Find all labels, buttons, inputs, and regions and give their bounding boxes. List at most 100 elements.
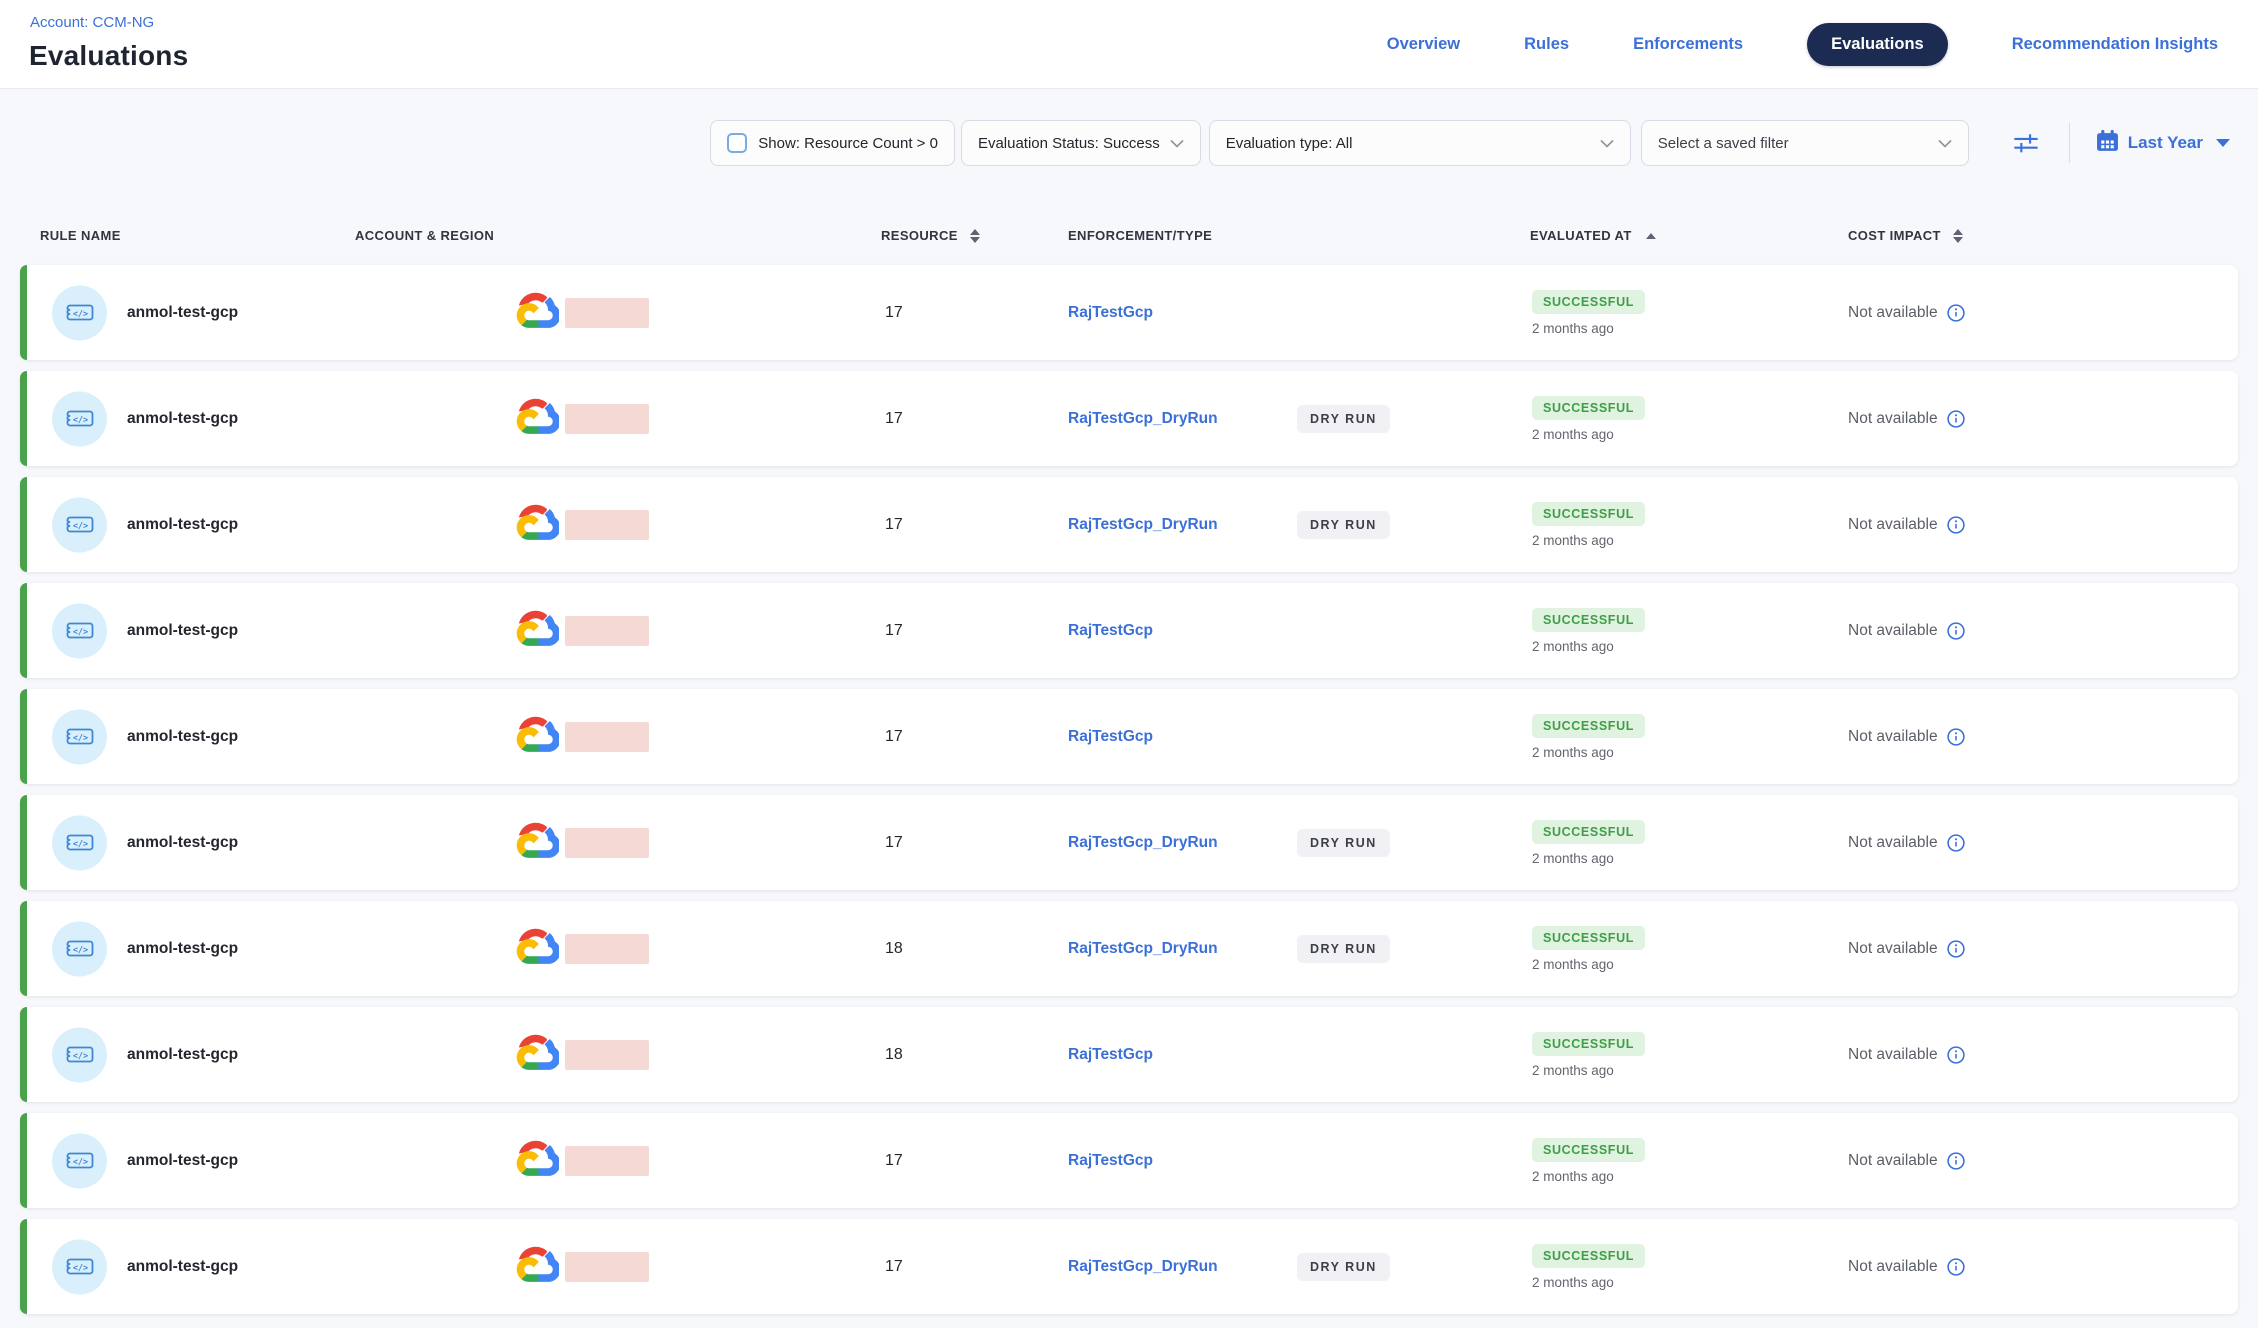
tab-overview[interactable]: Overview (1387, 35, 1460, 54)
top-bar: Account: CCM-NG Evaluations Overview Rul… (0, 0, 2258, 89)
enforcement-link[interactable]: RajTestGcp_DryRun (1068, 1258, 1218, 1276)
info-circle-icon[interactable] (1947, 834, 1965, 852)
rule-name: anmol-test-gcp (127, 410, 238, 428)
resource-count: 17 (885, 834, 903, 852)
resource-count-filter[interactable]: Show: Resource Count > 0 (710, 120, 955, 166)
enforcement-link[interactable]: RajTestGcp (1068, 1152, 1153, 1170)
cost-impact-cell: Not available (1848, 834, 1965, 852)
chevron-down-icon (1938, 135, 1952, 152)
evaluation-row[interactable]: </> anmol-test-gcp 18 RajTestGcp DRY RUN… (20, 1007, 2238, 1102)
info-circle-icon[interactable] (1947, 622, 1965, 640)
enforcement-link[interactable]: RajTestGcp (1068, 304, 1153, 322)
account-breadcrumb[interactable]: Account: CCM-NG (30, 14, 154, 31)
status-badge: SUCCESSFUL (1532, 1032, 1645, 1056)
evaluated-at-cell: SUCCESSFUL 2 months ago (1532, 396, 1645, 442)
enforcement-link[interactable]: RajTestGcp_DryRun (1068, 940, 1218, 958)
rule-name: anmol-test-gcp (127, 516, 238, 534)
svg-text:</>: </> (72, 945, 87, 955)
cost-impact-cell: Not available (1848, 304, 1965, 322)
info-circle-icon[interactable] (1947, 1258, 1965, 1276)
row-status-accent (20, 901, 27, 996)
gcp-cloud-icon (515, 1140, 559, 1181)
info-circle-icon[interactable] (1947, 516, 1965, 534)
account-name-redacted (565, 298, 649, 328)
cost-impact-cell: Not available (1848, 1258, 1965, 1276)
evaluation-row[interactable]: </> anmol-test-gcp 17 RajTestGcp_DryRun … (20, 795, 2238, 890)
rule-code-icon: </> (52, 921, 107, 976)
calendar-icon (2096, 130, 2119, 157)
tab-rules[interactable]: Rules (1524, 35, 1569, 54)
status-badge: SUCCESSFUL (1532, 1138, 1645, 1162)
saved-filter-select[interactable]: Select a saved filter (1641, 120, 1969, 166)
enforcement-link[interactable]: RajTestGcp (1068, 728, 1153, 746)
status-badge: SUCCESSFUL (1532, 396, 1645, 420)
evaluation-row[interactable]: </> anmol-test-gcp 17 RajTestGcp DRY RUN… (20, 265, 2238, 360)
info-circle-icon[interactable] (1947, 304, 1965, 322)
evaluated-time: 2 months ago (1532, 1063, 1645, 1078)
rule-code-icon: </> (52, 391, 107, 446)
evaluation-status-value: Evaluation Status: Success (978, 135, 1160, 152)
evaluation-rows: </> anmol-test-gcp 17 RajTestGcp DRY RUN… (20, 265, 2238, 1325)
col-evaluated-at-sort[interactable]: EVALUATED AT (1530, 228, 1656, 243)
tab-enforcements[interactable]: Enforcements (1633, 35, 1743, 54)
row-status-accent (20, 1007, 27, 1102)
info-circle-icon[interactable] (1947, 410, 1965, 428)
filter-sliders-icon[interactable] (2011, 128, 2041, 158)
cost-impact-value: Not available (1848, 516, 1938, 534)
info-circle-icon[interactable] (1947, 940, 1965, 958)
enforcement-link[interactable]: RajTestGcp_DryRun (1068, 516, 1218, 534)
rule-name: anmol-test-gcp (127, 1152, 238, 1170)
cost-impact-value: Not available (1848, 834, 1938, 852)
evaluated-time: 2 months ago (1532, 1275, 1645, 1290)
date-range-picker[interactable]: Last Year (2096, 130, 2230, 157)
rule-name: anmol-test-gcp (127, 728, 238, 746)
status-badge: SUCCESSFUL (1532, 502, 1645, 526)
account-name-redacted (565, 934, 649, 964)
rule-name: anmol-test-gcp (127, 304, 238, 322)
svg-text:</>: </> (72, 521, 87, 531)
enforcement-link[interactable]: RajTestGcp_DryRun (1068, 834, 1218, 852)
resource-count-checkbox[interactable] (727, 133, 747, 153)
rule-code-icon: </> (52, 1239, 107, 1294)
table-header: RULE NAME ACCOUNT & REGION RESOURCE ENFO… (0, 218, 2258, 258)
rule-code-icon: </> (52, 497, 107, 552)
evaluation-row[interactable]: </> anmol-test-gcp 17 RajTestGcp DRY RUN… (20, 1113, 2238, 1208)
evaluation-row[interactable]: </> anmol-test-gcp 17 RajTestGcp_DryRun … (20, 1219, 2238, 1314)
gcp-cloud-icon (515, 610, 559, 651)
evaluated-at-cell: SUCCESSFUL 2 months ago (1532, 926, 1645, 972)
col-resource-sort[interactable]: RESOURCE (881, 228, 980, 243)
row-status-accent (20, 371, 27, 466)
dry-run-badge: DRY RUN (1297, 829, 1390, 857)
svg-text:</>: </> (72, 1263, 87, 1273)
status-badge: SUCCESSFUL (1532, 926, 1645, 950)
cost-impact-value: Not available (1848, 940, 1938, 958)
col-cost-impact-sort[interactable]: COST IMPACT (1848, 228, 1963, 243)
info-circle-icon[interactable] (1947, 728, 1965, 746)
cost-impact-value: Not available (1848, 304, 1938, 322)
evaluation-row[interactable]: </> anmol-test-gcp 17 RajTestGcp DRY RUN… (20, 583, 2238, 678)
evaluation-status-select[interactable]: Evaluation Status: Success (961, 120, 1201, 166)
tab-recommendation-insights[interactable]: Recommendation Insights (2012, 35, 2218, 54)
evaluation-row[interactable]: </> anmol-test-gcp 17 RajTestGcp_DryRun … (20, 371, 2238, 466)
info-circle-icon[interactable] (1947, 1046, 1965, 1064)
account-name-redacted (565, 1040, 649, 1070)
rule-code-icon: </> (52, 285, 107, 340)
evaluation-row[interactable]: </> anmol-test-gcp 17 RajTestGcp_DryRun … (20, 477, 2238, 572)
resource-count: 18 (885, 940, 903, 958)
evaluation-row[interactable]: </> anmol-test-gcp 17 RajTestGcp DRY RUN… (20, 689, 2238, 784)
gcp-cloud-icon (515, 292, 559, 333)
evaluation-row[interactable]: </> anmol-test-gcp 18 RajTestGcp_DryRun … (20, 901, 2238, 996)
row-status-accent (20, 265, 27, 360)
evaluated-at-cell: SUCCESSFUL 2 months ago (1532, 502, 1645, 548)
enforcement-link[interactable]: RajTestGcp (1068, 622, 1153, 640)
evaluation-type-select[interactable]: Evaluation type: All (1209, 120, 1631, 166)
cost-impact-value: Not available (1848, 622, 1938, 640)
enforcement-link[interactable]: RajTestGcp_DryRun (1068, 410, 1218, 428)
enforcement-link[interactable]: RajTestGcp (1068, 1046, 1153, 1064)
rule-code-icon: </> (52, 815, 107, 870)
info-circle-icon[interactable] (1947, 1152, 1965, 1170)
gcp-cloud-icon (515, 504, 559, 545)
tab-evaluations[interactable]: Evaluations (1807, 23, 1948, 66)
row-status-accent (20, 1219, 27, 1314)
svg-text:</>: </> (72, 1051, 87, 1061)
